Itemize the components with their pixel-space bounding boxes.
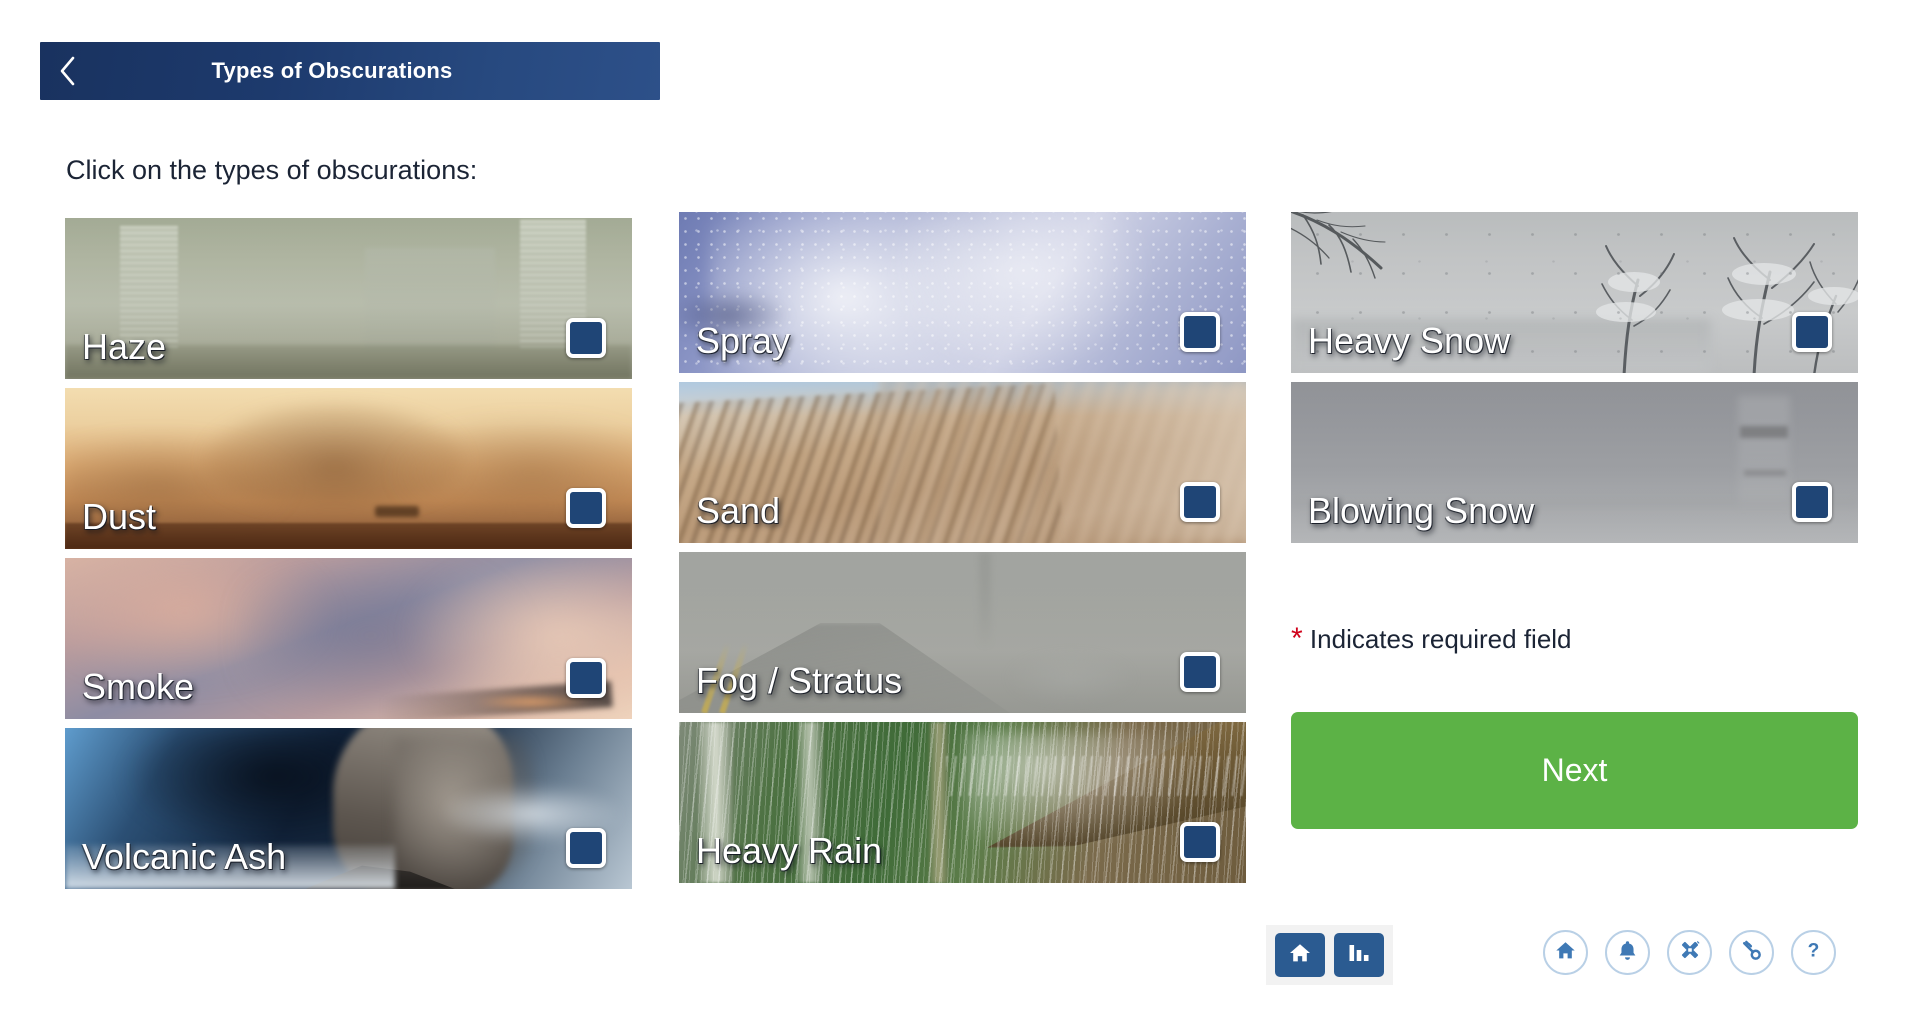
dust-artwork — [65, 388, 632, 549]
nav-chart-button[interactable] — [1334, 933, 1384, 977]
satellite-icon — [1678, 938, 1702, 967]
nav-home-button[interactable] — [1275, 933, 1325, 977]
bottom-nav — [1266, 925, 1393, 985]
tile-checkbox[interactable] — [566, 488, 606, 528]
required-field-note: * Indicates required field — [1291, 622, 1572, 656]
home-icon — [1288, 941, 1312, 970]
tile-spray[interactable]: Spray — [679, 212, 1246, 373]
tile-checkbox[interactable] — [1180, 312, 1220, 352]
tile-checkbox[interactable] — [1180, 652, 1220, 692]
volcanic-ash-artwork — [65, 728, 632, 889]
question-mark-icon: ? — [1802, 939, 1825, 967]
toolbar-home-button[interactable] — [1543, 930, 1588, 975]
chevron-left-icon — [59, 56, 76, 86]
tile-checkbox[interactable] — [1180, 822, 1220, 862]
page-header: Types of Obscurations — [40, 42, 660, 100]
tile-haze[interactable]: Haze — [65, 218, 632, 379]
tile-column-2: Spray Sand Fog / Stratus Heavy Rain — [679, 212, 1246, 892]
tile-fog-stratus[interactable]: Fog / Stratus — [679, 552, 1246, 713]
blowing-snow-artwork — [1291, 382, 1858, 543]
sand-artwork — [679, 382, 1246, 543]
toolbar-key-button[interactable] — [1729, 930, 1774, 975]
utility-toolbar: ? — [1543, 930, 1836, 975]
fog-artwork — [679, 552, 1246, 713]
page-title: Types of Obscurations — [211, 58, 453, 83]
toolbar-help-button[interactable]: ? — [1791, 930, 1836, 975]
haze-artwork — [65, 218, 632, 379]
tile-checkbox[interactable] — [1792, 312, 1832, 352]
tile-sand[interactable]: Sand — [679, 382, 1246, 543]
required-field-text: Indicates required field — [1309, 624, 1572, 654]
home-icon — [1554, 939, 1577, 967]
toolbar-notifications-button[interactable] — [1605, 930, 1650, 975]
heavy-rain-artwork — [679, 722, 1246, 883]
tile-checkbox[interactable] — [1180, 482, 1220, 522]
tile-heavy-rain[interactable]: Heavy Rain — [679, 722, 1246, 883]
tile-dust[interactable]: Dust — [65, 388, 632, 549]
tile-heavy-snow[interactable]: Heavy Snow — [1291, 212, 1858, 373]
svg-text:?: ? — [1808, 940, 1820, 961]
app-root: Types of Obscurations Click on the types… — [0, 0, 1920, 1019]
toolbar-satellite-button[interactable] — [1667, 930, 1712, 975]
tile-checkbox[interactable] — [566, 658, 606, 698]
bar-chart-icon — [1347, 941, 1371, 970]
tile-volcanic-ash[interactable]: Volcanic Ash — [65, 728, 632, 889]
instruction-text: Click on the types of obscurations: — [66, 155, 478, 185]
spray-artwork — [679, 212, 1246, 373]
heavy-snow-artwork — [1291, 212, 1858, 373]
tile-column-3: Heavy Snow Blowing Snow — [1291, 212, 1858, 552]
tile-smoke[interactable]: Smoke — [65, 558, 632, 719]
required-asterisk: * — [1291, 622, 1303, 655]
tile-checkbox[interactable] — [1792, 482, 1832, 522]
key-icon — [1740, 939, 1763, 967]
tile-column-1: Haze Dust Smoke Volcanic Ash — [65, 218, 632, 898]
back-button[interactable] — [40, 42, 94, 100]
next-button[interactable]: Next — [1291, 712, 1858, 829]
smoke-artwork — [65, 558, 632, 719]
tile-blowing-snow[interactable]: Blowing Snow — [1291, 382, 1858, 543]
bell-icon — [1616, 939, 1639, 967]
tile-checkbox[interactable] — [566, 318, 606, 358]
tile-checkbox[interactable] — [566, 828, 606, 868]
